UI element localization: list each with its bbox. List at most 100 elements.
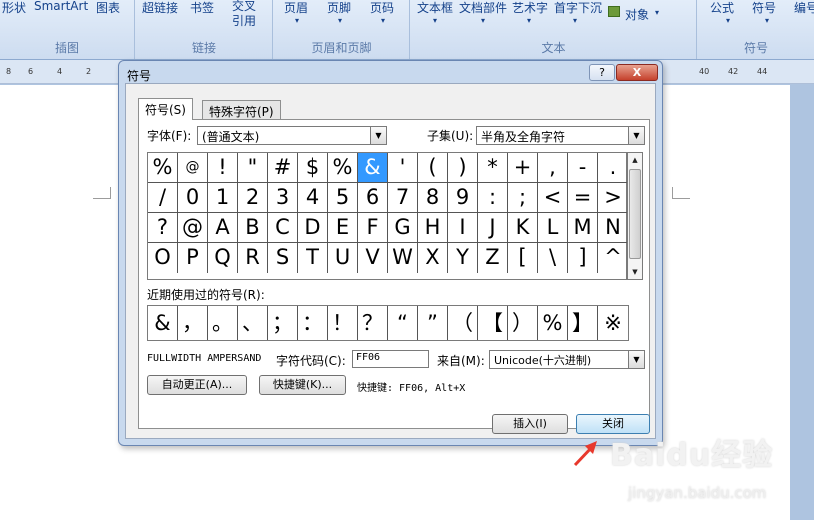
cross-reference-button[interactable]: 交叉引用	[232, 0, 258, 29]
font-select[interactable]: (普通文本) ▼	[197, 126, 387, 145]
symbol-cell[interactable]: *	[478, 153, 508, 183]
symbol-cell[interactable]: <	[538, 183, 568, 213]
char-code-input[interactable]: FF06	[352, 350, 429, 368]
recent-symbol-cell[interactable]: 。	[208, 306, 238, 340]
symbol-cell[interactable]: ^	[598, 243, 628, 273]
chart-button[interactable]: 图表	[96, 0, 120, 16]
symbol-cell[interactable]: S	[268, 243, 298, 273]
recent-symbol-cell[interactable]: ！	[328, 306, 358, 340]
symbol-cell[interactable]: )	[448, 153, 478, 183]
symbol-cell[interactable]: J	[478, 213, 508, 243]
symbol-cell[interactable]: >	[598, 183, 628, 213]
scroll-up-icon[interactable]: ▲	[628, 153, 642, 167]
symbol-cell[interactable]: %	[328, 153, 358, 183]
tab-special-characters[interactable]: 特殊字符(P)	[202, 100, 281, 119]
recent-symbol-cell[interactable]: ：	[298, 306, 328, 340]
recent-symbol-cell[interactable]: “	[388, 306, 418, 340]
recent-symbol-cell[interactable]: %	[538, 306, 568, 340]
header-dropdown-icon[interactable]: ▾	[295, 16, 299, 25]
scroll-thumb[interactable]	[629, 169, 641, 259]
page-number-button[interactable]: 页码	[370, 0, 394, 16]
symbol-cell[interactable]: R	[238, 243, 268, 273]
symbol-cell[interactable]: 4	[298, 183, 328, 213]
equation-dropdown-icon[interactable]: ▾	[726, 16, 730, 25]
symbol-cell[interactable]: 1	[208, 183, 238, 213]
symbol-cell[interactable]: '	[388, 153, 418, 183]
bookmark-button[interactable]: 书签	[190, 0, 214, 16]
symbol-cell[interactable]: Q	[208, 243, 238, 273]
header-button[interactable]: 页眉	[284, 0, 308, 16]
recent-symbol-cell[interactable]: ※	[598, 306, 628, 340]
help-button[interactable]: ?	[589, 64, 615, 81]
symbol-cell[interactable]: #	[268, 153, 298, 183]
insert-button[interactable]: 插入(I)	[492, 414, 568, 434]
symbol-cell[interactable]: /	[148, 183, 178, 213]
symbol-grid[interactable]: % @! " # $% & '() * +, -./0 1 2 3 4 5 6 7 8 9:; < = >? @ A B C D E F…	[147, 152, 628, 280]
textbox-dropdown-icon[interactable]: ▾	[433, 16, 437, 25]
symbol-cell[interactable]: ,	[538, 153, 568, 183]
symbol-cell[interactable]: :	[478, 183, 508, 213]
symbol-cell[interactable]: [	[508, 243, 538, 273]
equation-button[interactable]: 公式	[710, 0, 734, 16]
object-icon[interactable]	[608, 6, 620, 17]
recent-symbol-cell[interactable]: ”	[418, 306, 448, 340]
object-dropdown-icon[interactable]: ▾	[655, 8, 659, 17]
footer-button[interactable]: 页脚	[327, 0, 351, 16]
page-number-dropdown-icon[interactable]: ▾	[381, 16, 385, 25]
symbol-cell[interactable]: F	[358, 213, 388, 243]
shortcut-key-button[interactable]: 快捷键(K)...	[259, 375, 346, 395]
autocorrect-button[interactable]: 自动更正(A)...	[147, 375, 247, 395]
symbol-cell[interactable]: N	[598, 213, 628, 243]
quick-parts-button[interactable]: 文档部件	[459, 0, 507, 16]
symbol-cell[interactable]: H	[418, 213, 448, 243]
symbol-cell[interactable]: E	[328, 213, 358, 243]
symbol-dropdown-icon[interactable]: ▾	[765, 16, 769, 25]
drop-cap-dropdown-icon[interactable]: ▾	[573, 16, 577, 25]
symbol-cell[interactable]: X	[418, 243, 448, 273]
symbol-cell[interactable]: I	[448, 213, 478, 243]
chevron-down-icon[interactable]: ▼	[628, 351, 644, 368]
symbol-cell[interactable]: -	[568, 153, 598, 183]
symbol-cell[interactable]: @	[178, 153, 208, 183]
symbol-cell[interactable]: Z	[478, 243, 508, 273]
recent-symbol-cell[interactable]: （	[448, 306, 478, 340]
symbol-cell[interactable]: T	[298, 243, 328, 273]
symbol-cell[interactable]: 5	[328, 183, 358, 213]
subset-select[interactable]: 半角及全角字符 ▼	[476, 126, 645, 145]
symbol-cell[interactable]: ?	[148, 213, 178, 243]
symbol-cell[interactable]: 6	[358, 183, 388, 213]
symbol-cell-selected[interactable]: &	[358, 153, 388, 183]
recent-symbol-cell[interactable]: ；	[268, 306, 298, 340]
wordart-dropdown-icon[interactable]: ▾	[527, 16, 531, 25]
from-select[interactable]: Unicode(十六进制) ▼	[489, 350, 645, 369]
symbol-cell[interactable]: 2	[238, 183, 268, 213]
hyperlink-button[interactable]: 超链接	[142, 0, 178, 16]
recent-symbol-cell[interactable]: ？	[358, 306, 388, 340]
symbol-cell[interactable]: ]	[568, 243, 598, 273]
symbol-cell[interactable]: M	[568, 213, 598, 243]
symbol-cell[interactable]: P	[178, 243, 208, 273]
numbering-button[interactable]: 编号	[794, 0, 814, 16]
symbol-cell[interactable]: 7	[388, 183, 418, 213]
symbol-cell[interactable]: A	[208, 213, 238, 243]
recent-symbol-cell[interactable]: 【	[478, 306, 508, 340]
chevron-down-icon[interactable]: ▼	[370, 127, 386, 144]
symbol-cell[interactable]: %	[148, 153, 178, 183]
symbol-cell[interactable]: V	[358, 243, 388, 273]
shapes-button[interactable]: 形状	[2, 0, 26, 16]
symbol-cell[interactable]: K	[508, 213, 538, 243]
symbol-cell[interactable]: (	[418, 153, 448, 183]
footer-dropdown-icon[interactable]: ▾	[338, 16, 342, 25]
symbol-cell[interactable]: D	[298, 213, 328, 243]
symbol-cell[interactable]: $	[298, 153, 328, 183]
symbol-cell[interactable]: !	[208, 153, 238, 183]
symbol-cell[interactable]: O	[148, 243, 178, 273]
symbol-cell[interactable]: U	[328, 243, 358, 273]
recent-symbol-cell[interactable]: ，	[178, 306, 208, 340]
symbol-cell[interactable]: ;	[508, 183, 538, 213]
wordart-button[interactable]: 艺术字	[512, 0, 548, 16]
dialog-close-icon[interactable]: X	[616, 64, 658, 81]
symbol-cell[interactable]: 3	[268, 183, 298, 213]
symbol-cell[interactable]: \	[538, 243, 568, 273]
recent-symbol-cell[interactable]: ）	[508, 306, 538, 340]
